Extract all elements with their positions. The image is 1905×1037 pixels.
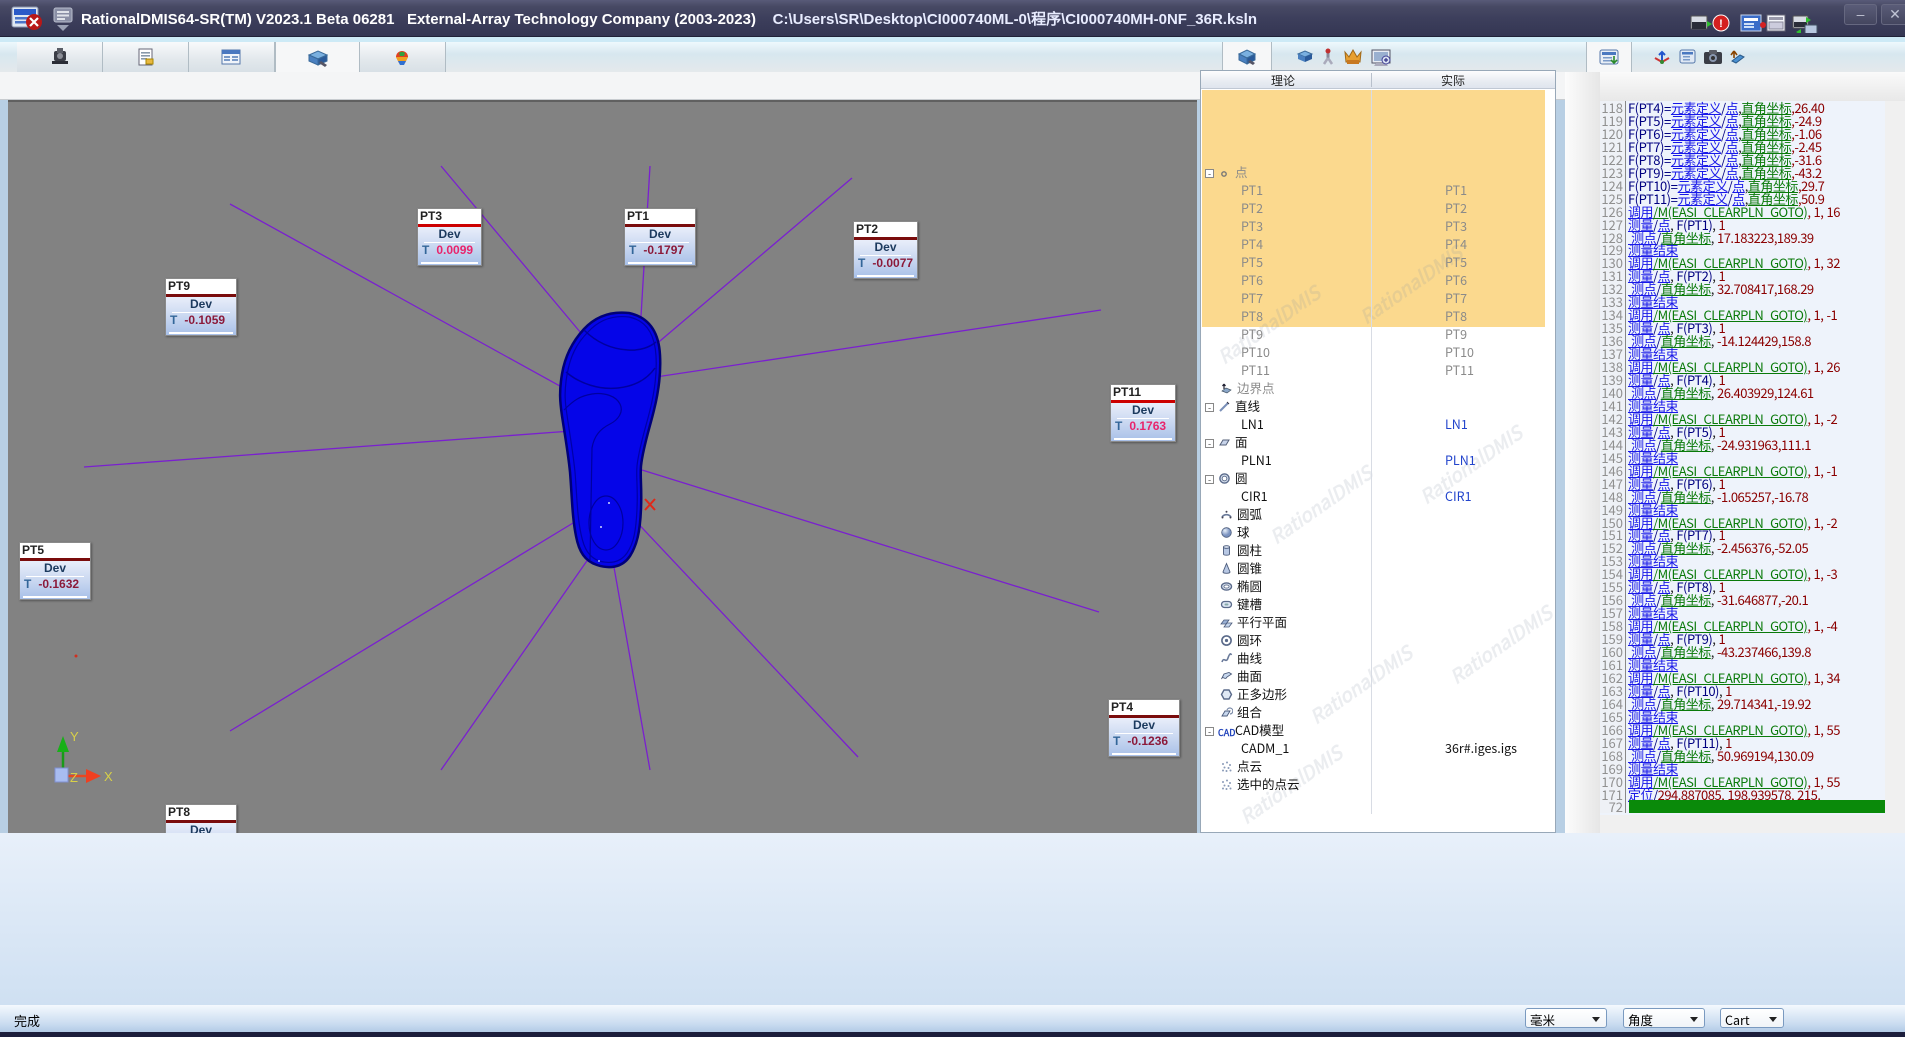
svg-text:Z: Z bbox=[70, 770, 78, 785]
svg-text:X: X bbox=[104, 769, 113, 784]
svg-text:!: ! bbox=[1719, 15, 1723, 31]
svg-text:Y: Y bbox=[70, 729, 79, 744]
